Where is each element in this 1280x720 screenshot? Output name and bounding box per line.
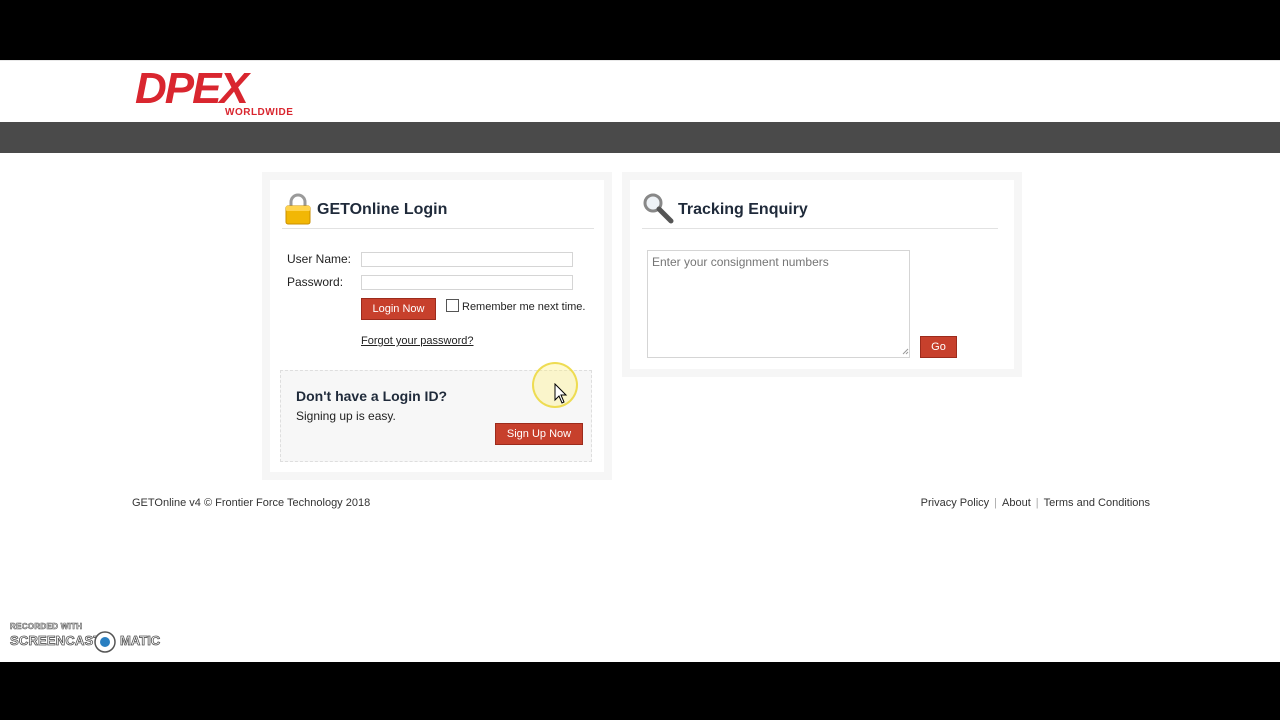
terms-link[interactable]: Terms and Conditions <box>1044 497 1150 509</box>
login-button[interactable]: Login Now <box>361 298 436 320</box>
tracking-title-divider <box>642 228 998 229</box>
signup-button[interactable]: Sign Up Now <box>495 423 583 445</box>
magnifier-icon <box>643 193 674 224</box>
password-input[interactable] <box>361 275 573 290</box>
footer-separator: | <box>1035 497 1039 509</box>
tracking-title: Tracking Enquiry <box>678 201 808 218</box>
consignment-input[interactable] <box>647 250 910 358</box>
video-letterbox-bottom <box>0 662 1280 720</box>
site-header: DPEX WORLDWIDE <box>0 60 1280 122</box>
remember-me-label[interactable]: Remember me next time. <box>462 301 585 313</box>
signup-title: Don't have a Login ID? <box>296 388 448 404</box>
username-label: User Name: <box>287 252 352 266</box>
tracking-panel: Tracking Enquiry Go <box>622 172 1022 377</box>
lock-icon <box>285 193 311 225</box>
remember-me-checkbox[interactable] <box>446 299 459 312</box>
watermark-line2a: SCREENCAST <box>10 633 102 649</box>
footer-copyright: GETOnline v4 © Frontier Force Technology… <box>132 497 371 509</box>
logo-subtext: WORLDWIDE <box>225 107 293 118</box>
password-label: Password: <box>287 275 344 289</box>
login-panel: GETOnline Login User Name: Password: Log… <box>262 172 612 480</box>
screencast-logo-icon <box>94 631 116 653</box>
resize-grip-icon[interactable] <box>902 348 909 355</box>
go-button[interactable]: Go <box>920 336 957 358</box>
video-letterbox-top <box>0 0 1280 60</box>
dpex-logo[interactable]: DPEX WORLDWIDE <box>133 65 323 119</box>
watermark-line2b: MATIC <box>120 633 161 649</box>
footer-separator: | <box>994 497 997 509</box>
username-input[interactable] <box>361 252 573 267</box>
forgot-password-link[interactable]: Forgot your password? <box>361 335 474 347</box>
about-link[interactable]: About <box>1002 497 1031 509</box>
logo-text: DPEX <box>135 65 251 113</box>
login-title: GETOnline Login <box>317 201 448 218</box>
page: DPEX WORLDWIDE GETOnline Login User Name… <box>0 60 1280 662</box>
nav-bar <box>0 122 1280 153</box>
footer-links: Privacy Policy | About | Terms and Condi… <box>921 497 1150 509</box>
watermark-line1: RECORDED WITH <box>10 622 83 632</box>
login-title-divider <box>282 228 594 229</box>
privacy-policy-link[interactable]: Privacy Policy <box>921 497 989 509</box>
screencast-watermark: RECORDED WITH SCREENCAST MATIC <box>10 622 161 654</box>
signup-subtitle: Signing up is easy. <box>296 409 396 423</box>
mouse-pointer-icon <box>554 383 568 404</box>
